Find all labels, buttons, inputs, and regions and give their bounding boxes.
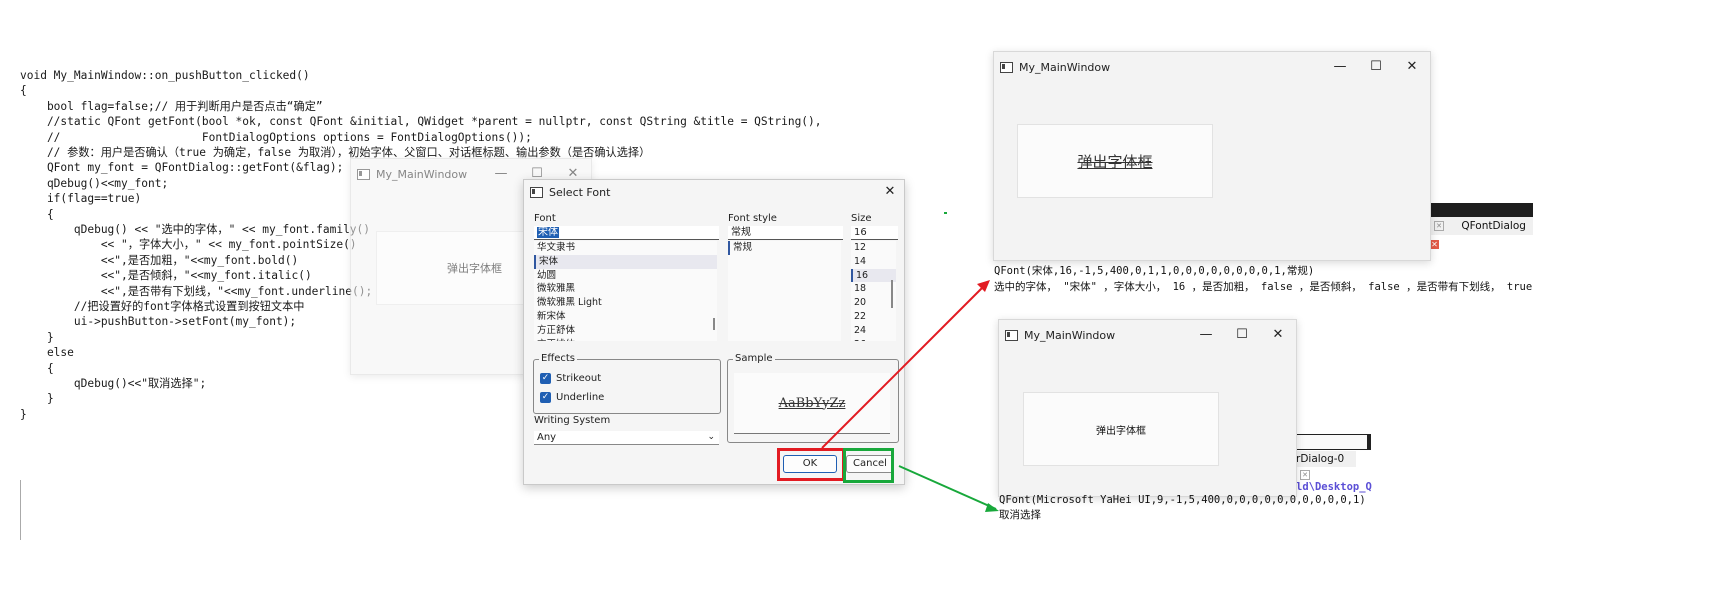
cancel-result-arrow xyxy=(898,465,997,510)
arrows-overlay xyxy=(821,280,999,512)
ok-result-arrow xyxy=(821,283,987,449)
editor-divider xyxy=(20,480,21,540)
